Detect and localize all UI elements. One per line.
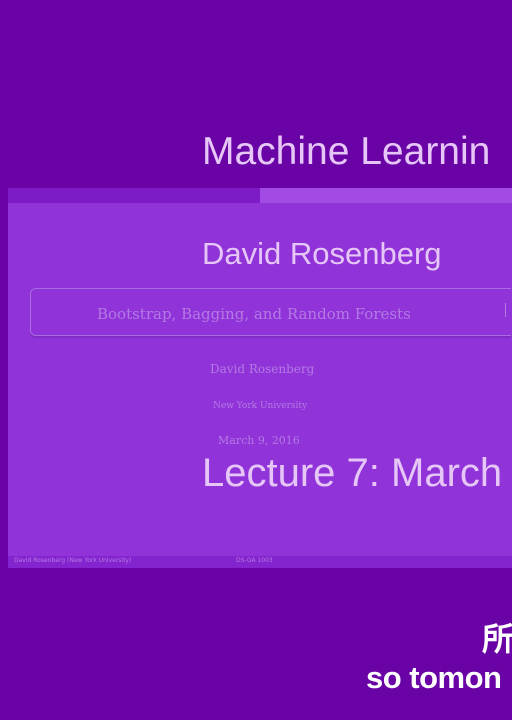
slide-author: David Rosenberg (210, 362, 315, 376)
subtitle-english: so tomon (366, 660, 502, 695)
slide-title-box-edge (505, 303, 511, 317)
slide-footer-course: DS-GA 1003 (236, 557, 273, 564)
slide-footer-left: David Rosenberg (New York University) (14, 557, 132, 564)
slide-institution: New York University (213, 401, 308, 411)
course-title: Machine Learnin (202, 130, 491, 173)
subtitle-chinese: 所 (482, 621, 512, 657)
lecture-title: Lecture 7: March (202, 451, 503, 495)
slide-date: March 9, 2016 (218, 434, 300, 447)
slide-header-bar (8, 188, 512, 203)
instructor-name: David Rosenberg (202, 236, 442, 271)
slide-title: Bootstrap, Bagging, and Random Forests (97, 305, 411, 323)
